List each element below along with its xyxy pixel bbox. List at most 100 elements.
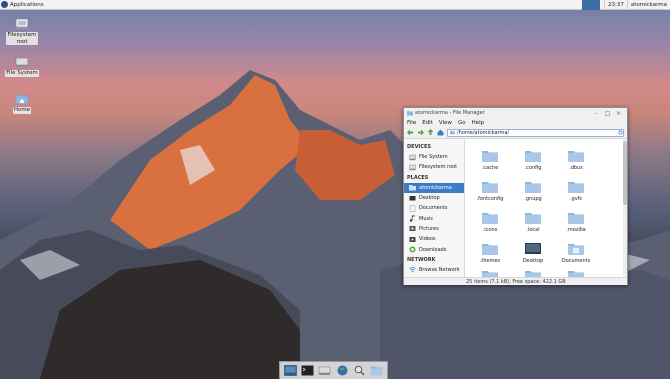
sidebar-item-videos[interactable]: Videos xyxy=(404,234,464,244)
sidebar-item-filesystem-root[interactable]: Filesystem root xyxy=(404,162,464,172)
file-item[interactable] xyxy=(556,269,596,277)
menu-bar: File Edit View Go Help xyxy=(404,118,627,127)
desktop-icon-filesystem-root[interactable]: Filesystem root xyxy=(5,18,39,45)
file-name: Documents xyxy=(561,258,591,264)
menu-go[interactable]: Go xyxy=(458,120,466,126)
file-name: .fontconfig xyxy=(476,196,504,202)
sidebar-item-downloads[interactable]: Downloads xyxy=(404,244,464,254)
user-menu[interactable]: atomickarma xyxy=(626,0,670,10)
desktop-icon-home[interactable]: Home xyxy=(5,93,39,114)
file-manager-window: atomickarma - File Manager – □ × File Ed… xyxy=(403,107,628,285)
refresh-icon[interactable] xyxy=(618,130,623,135)
file-name: .mozilla xyxy=(566,227,586,233)
home-folder-icon xyxy=(409,185,416,191)
file-name: .themes xyxy=(479,258,501,264)
back-arrow-icon[interactable] xyxy=(407,129,414,136)
sidebar-item-file-system[interactable]: File System xyxy=(404,152,464,162)
menu-file[interactable]: File xyxy=(407,120,416,126)
desktop-icon-file-system[interactable]: File System xyxy=(5,56,39,77)
documents-folder-icon xyxy=(568,244,584,255)
scrollbar-thumb[interactable] xyxy=(623,141,627,205)
file-item[interactable]: .local xyxy=(513,211,553,233)
file-item[interactable] xyxy=(513,269,553,277)
music-icon xyxy=(409,215,415,222)
folder-icon xyxy=(482,244,498,255)
menu-edit[interactable]: Edit xyxy=(422,120,433,126)
sidebar-item-label: File System xyxy=(419,154,448,161)
pictures-icon xyxy=(409,226,416,232)
maximize-icon[interactable]: □ xyxy=(602,110,613,117)
desktop-icon-label: Home xyxy=(12,107,32,114)
file-item[interactable]: .config xyxy=(513,149,553,171)
file-item[interactable]: .icons xyxy=(470,211,510,233)
videos-icon xyxy=(409,236,416,242)
search-icon[interactable] xyxy=(353,365,366,376)
drive-icon xyxy=(409,164,416,171)
sidebar-item-label: Pictures xyxy=(419,225,439,232)
sidebar-item-label: Downloads xyxy=(419,246,447,253)
devices-heading: DEVICES xyxy=(407,144,431,150)
drive-icon xyxy=(15,18,29,29)
sidebar-item-desktop[interactable]: Desktop xyxy=(404,193,464,203)
network-heading: NETWORK xyxy=(407,256,436,263)
sidebar-item-music[interactable]: Music xyxy=(404,213,464,223)
applications-label: Applications xyxy=(10,1,44,8)
file-item[interactable] xyxy=(470,269,510,277)
window-titlebar[interactable]: atomickarma - File Manager – □ × xyxy=(404,108,627,118)
file-item[interactable]: .mozilla xyxy=(556,211,596,233)
downloads-icon xyxy=(409,246,416,253)
menu-view[interactable]: View xyxy=(439,120,452,126)
drive-icon xyxy=(15,57,29,67)
sidebar-item-pictures[interactable]: Pictures xyxy=(404,224,464,234)
sidebar-item-atomickarma[interactable]: atomickarma xyxy=(404,182,464,193)
drive-icon[interactable] xyxy=(318,365,331,376)
file-item[interactable]: .themes xyxy=(470,242,510,264)
file-name: .config xyxy=(524,165,542,171)
sidebar-item-label: Videos xyxy=(419,236,436,243)
folder-icon xyxy=(525,151,541,162)
file-item[interactable]: Desktop xyxy=(513,242,553,264)
menu-help[interactable]: Help xyxy=(472,120,485,126)
file-item[interactable]: Documents xyxy=(556,242,596,264)
folder-icon xyxy=(482,151,498,162)
home-folder-icon xyxy=(15,94,29,105)
terminal-icon[interactable] xyxy=(301,365,314,376)
sidebar-item-label: Browse Network xyxy=(419,266,460,273)
forward-arrow-icon[interactable] xyxy=(417,129,424,136)
top-panel: Applications 23:37 atomickarma xyxy=(0,0,670,10)
home-icon[interactable] xyxy=(437,129,444,136)
folder-icon xyxy=(450,130,455,135)
sidebar-item-browse-network[interactable]: Browse Network xyxy=(404,265,464,275)
home-folder-icon xyxy=(407,111,413,116)
desktop-folder-icon xyxy=(525,243,541,254)
folder-icon xyxy=(568,213,584,224)
folder-icon xyxy=(568,182,584,193)
places-heading: PLACES xyxy=(407,174,429,181)
folder-icon[interactable] xyxy=(370,365,383,376)
minimize-icon[interactable]: – xyxy=(591,110,602,117)
clock[interactable]: 23:37 xyxy=(603,0,627,10)
file-item[interactable]: .gvfs xyxy=(556,180,596,202)
file-name: .gvfs xyxy=(569,196,583,202)
file-item[interactable]: .dbus xyxy=(556,149,596,171)
file-item[interactable]: .fontconfig xyxy=(470,180,510,202)
window-title: atomickarma - File Manager xyxy=(415,110,485,116)
up-arrow-icon[interactable] xyxy=(427,129,434,136)
applications-menu-button[interactable]: Applications xyxy=(0,0,44,10)
sidebar-item-documents[interactable]: Documents xyxy=(404,203,464,213)
file-name: .local xyxy=(526,227,540,233)
folder-icon xyxy=(482,213,498,224)
pictures-folder-icon xyxy=(568,271,584,277)
file-item[interactable]: .gnupg xyxy=(513,180,553,202)
location-bar[interactable]: /home/atomickarma/ xyxy=(447,128,624,137)
vertical-scrollbar[interactable] xyxy=(623,139,627,277)
file-name: .dbus xyxy=(569,165,583,171)
workspace-switcher[interactable] xyxy=(581,0,600,10)
file-name: Desktop xyxy=(522,258,544,264)
file-item[interactable]: .cache xyxy=(470,149,510,171)
close-icon[interactable]: × xyxy=(613,110,624,117)
folder-icon xyxy=(482,182,498,193)
web-browser-icon[interactable] xyxy=(336,365,349,376)
show-desktop-icon[interactable] xyxy=(284,365,297,376)
drive-icon xyxy=(409,154,416,160)
